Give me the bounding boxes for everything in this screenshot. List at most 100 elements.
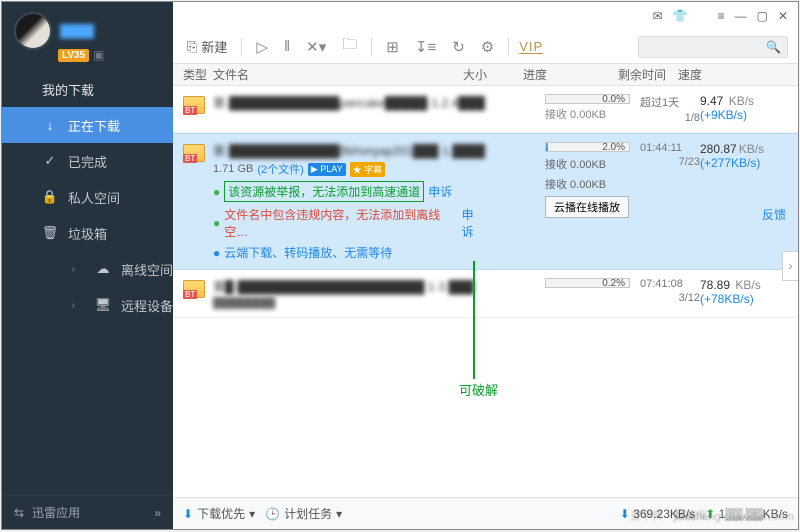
col-speed[interactable]: 速度 bbox=[678, 66, 798, 83]
sidebar-item-label: 正在下载 bbox=[68, 116, 120, 135]
level-badge: LV35 bbox=[58, 49, 89, 62]
device-icon: 🖥 bbox=[95, 297, 111, 313]
cloud-play-button[interactable]: 云播在线播放 bbox=[545, 196, 629, 218]
col-progress[interactable]: 进度 bbox=[523, 66, 618, 83]
chevron-right-icon: › bbox=[72, 300, 75, 311]
titlebar: ✉ 👕 ≡ — ▢ ✕ bbox=[173, 2, 798, 30]
avatar[interactable] bbox=[14, 12, 52, 50]
download-row[interactable]: 第█·██████████████████████ 1·3 ███ ██████… bbox=[173, 270, 798, 318]
speed-unit: KB/s bbox=[729, 94, 754, 108]
bullet-icon: ● bbox=[213, 185, 220, 199]
pause-button[interactable]: ‖ bbox=[280, 38, 294, 55]
col-size[interactable]: 大小 bbox=[463, 66, 523, 83]
chevron-down-icon: ▾ bbox=[336, 507, 342, 521]
download-row[interactable]: 第·█████████████pancake█████·1.2.4█████ 0… bbox=[173, 86, 798, 133]
speed-unit: KB/s bbox=[735, 278, 760, 292]
priority-button[interactable]: ⬇ 下载优先 ▾ bbox=[183, 505, 255, 522]
subtitle-badge[interactable]: ★ 字幕 bbox=[350, 162, 386, 177]
share-icon: ⇆ bbox=[14, 506, 24, 520]
download-list: 第·█████████████pancake█████·1.2.4█████ 0… bbox=[173, 86, 798, 497]
clock-icon: 🕒 bbox=[265, 507, 280, 521]
speed-boost: (+78KB/s) bbox=[700, 292, 754, 306]
appeal-link[interactable]: 申诉 bbox=[462, 206, 485, 240]
bt-icon bbox=[183, 280, 205, 298]
col-name[interactable]: 文件名 bbox=[213, 66, 463, 83]
trash-icon: 🗑 bbox=[42, 225, 58, 241]
close-button[interactable]: ✕ bbox=[778, 9, 788, 23]
col-type[interactable]: 类型 bbox=[173, 66, 213, 83]
warning-reported: 该资源被举报，无法添加到高速通道 bbox=[224, 181, 424, 202]
vip-button[interactable]: VIP bbox=[519, 39, 543, 54]
sidebar-item-label: 垃圾箱 bbox=[68, 224, 107, 243]
maximize-button[interactable]: ▢ bbox=[757, 9, 768, 23]
schedule-button[interactable]: 🕒 计划任务 ▾ bbox=[265, 505, 342, 522]
progress-bar: 2.0% bbox=[545, 142, 630, 152]
play-button[interactable]: ▷ bbox=[252, 38, 272, 56]
sidebar-item-completed[interactable]: ✓ 已完成 bbox=[2, 143, 173, 179]
minimize-button[interactable]: — bbox=[735, 9, 747, 23]
column-headers: 类型 文件名 大小 进度 剩余时间 速度 bbox=[173, 64, 798, 86]
shirt-icon[interactable]: 👕 bbox=[673, 9, 688, 23]
speed-boost: (+277KB/s) bbox=[700, 156, 760, 170]
annotation-text: 可破解 bbox=[459, 380, 498, 399]
bt-icon bbox=[183, 96, 205, 114]
col-remain[interactable]: 剩余时间 bbox=[618, 66, 678, 83]
refresh-button[interactable]: ↻ bbox=[448, 38, 469, 56]
file-size: 1.71 GB bbox=[213, 163, 253, 175]
expand-icon[interactable]: » bbox=[154, 506, 161, 520]
toolbar: ⎘ 新建 ▷ ‖ ✕▾ 🗀 ⊞ ↧≡ ↻ ⚙ VIP 🔍 bbox=[173, 30, 798, 64]
file-name: 第█·██████████████████████ 1·3 ███ bbox=[213, 278, 485, 295]
recv-text: 接收 0.00KB bbox=[545, 156, 640, 172]
feedback-link[interactable]: 反馈 bbox=[762, 208, 786, 222]
apps-button[interactable]: ⇆ 迅雷应用 bbox=[14, 504, 80, 521]
file-count: 3/12 bbox=[640, 292, 700, 304]
progress-bar: 0.2% bbox=[545, 278, 630, 288]
sidebar-item-label: 离线空间 bbox=[121, 260, 173, 279]
username: ████ bbox=[60, 24, 94, 38]
sidebar-item-remote[interactable]: › 🖥 远程设备 bbox=[2, 287, 173, 323]
recv-text: 接收 0.00KB bbox=[545, 106, 640, 122]
expand-panel-button[interactable]: › bbox=[782, 251, 798, 281]
progress-bar: 0.0% bbox=[545, 94, 630, 104]
cloud-info: 云端下载、转码播放、无需等待 bbox=[224, 244, 392, 261]
sort-button[interactable]: ↧≡ bbox=[411, 38, 440, 56]
sidebar-footer: ⇆ 迅雷应用 » bbox=[2, 495, 173, 529]
sidebar-item-label: 私人空间 bbox=[68, 188, 120, 207]
speed-value: 280.87 bbox=[700, 142, 737, 156]
sidebar-item-private[interactable]: 🔒 私人空间 bbox=[2, 179, 173, 215]
bt-icon bbox=[183, 144, 205, 162]
delete-button[interactable]: ✕▾ bbox=[302, 38, 330, 56]
search-input[interactable]: 🔍 bbox=[638, 36, 788, 58]
sidebar-item-downloading[interactable]: ↓ 正在下载 bbox=[2, 107, 173, 143]
warning-illegal: 文件名中包含违规内容，无法添加到离线空… bbox=[224, 206, 457, 240]
open-folder-button[interactable]: 🗀 bbox=[338, 34, 361, 59]
appeal-link[interactable]: 申诉 bbox=[428, 183, 452, 200]
chevron-down-icon: ▾ bbox=[249, 507, 255, 521]
time-remaining: 01:44:11 bbox=[640, 142, 700, 154]
search-icon: 🔍 bbox=[766, 40, 781, 54]
main-panel: ✉ 👕 ≡ — ▢ ✕ ⎘ 新建 ▷ ‖ ✕▾ 🗀 ⊞ ↧≡ ↻ ⚙ VIP bbox=[173, 2, 798, 529]
new-icon: ⎘ bbox=[187, 39, 197, 55]
sidebar-item-offline[interactable]: › ☁ 离线空间 bbox=[2, 251, 173, 287]
check-icon: ✓ bbox=[42, 153, 58, 169]
new-button[interactable]: ⎘ 新建 bbox=[183, 37, 231, 56]
sidebar-item-label: 远程设备 bbox=[121, 296, 173, 315]
mail-icon[interactable]: ✉ bbox=[653, 9, 663, 23]
speed-unit: KB/s bbox=[739, 142, 764, 156]
file-count: 7/23 bbox=[640, 156, 700, 168]
play-badge[interactable]: ▶ PLAY bbox=[308, 163, 346, 176]
settings-button[interactable]: ⚙ bbox=[477, 38, 498, 56]
watermark: jiaocheng.chazidian.com bbox=[674, 511, 794, 523]
sidebar-item-trash[interactable]: 🗑 垃圾箱 bbox=[2, 215, 173, 251]
file-count-link[interactable]: (2个文件) bbox=[257, 161, 303, 177]
menu-icon[interactable]: ≡ bbox=[718, 9, 725, 23]
down-icon: ⬇ bbox=[183, 507, 193, 521]
badge-icon: ▣ bbox=[93, 48, 104, 62]
sidebar-item-label: 已完成 bbox=[68, 152, 107, 171]
new-label: 新建 bbox=[201, 37, 227, 56]
grid-button[interactable]: ⊞ bbox=[382, 38, 403, 56]
bullet-icon: ● bbox=[213, 246, 220, 260]
file-name: 第·█████████████pancake█████·1.2.4█████ bbox=[213, 94, 485, 111]
download-icon: ↓ bbox=[42, 118, 58, 133]
download-row[interactable]: 第·█████████████Bkhonyap201███·1.████ 1.7… bbox=[173, 133, 798, 270]
